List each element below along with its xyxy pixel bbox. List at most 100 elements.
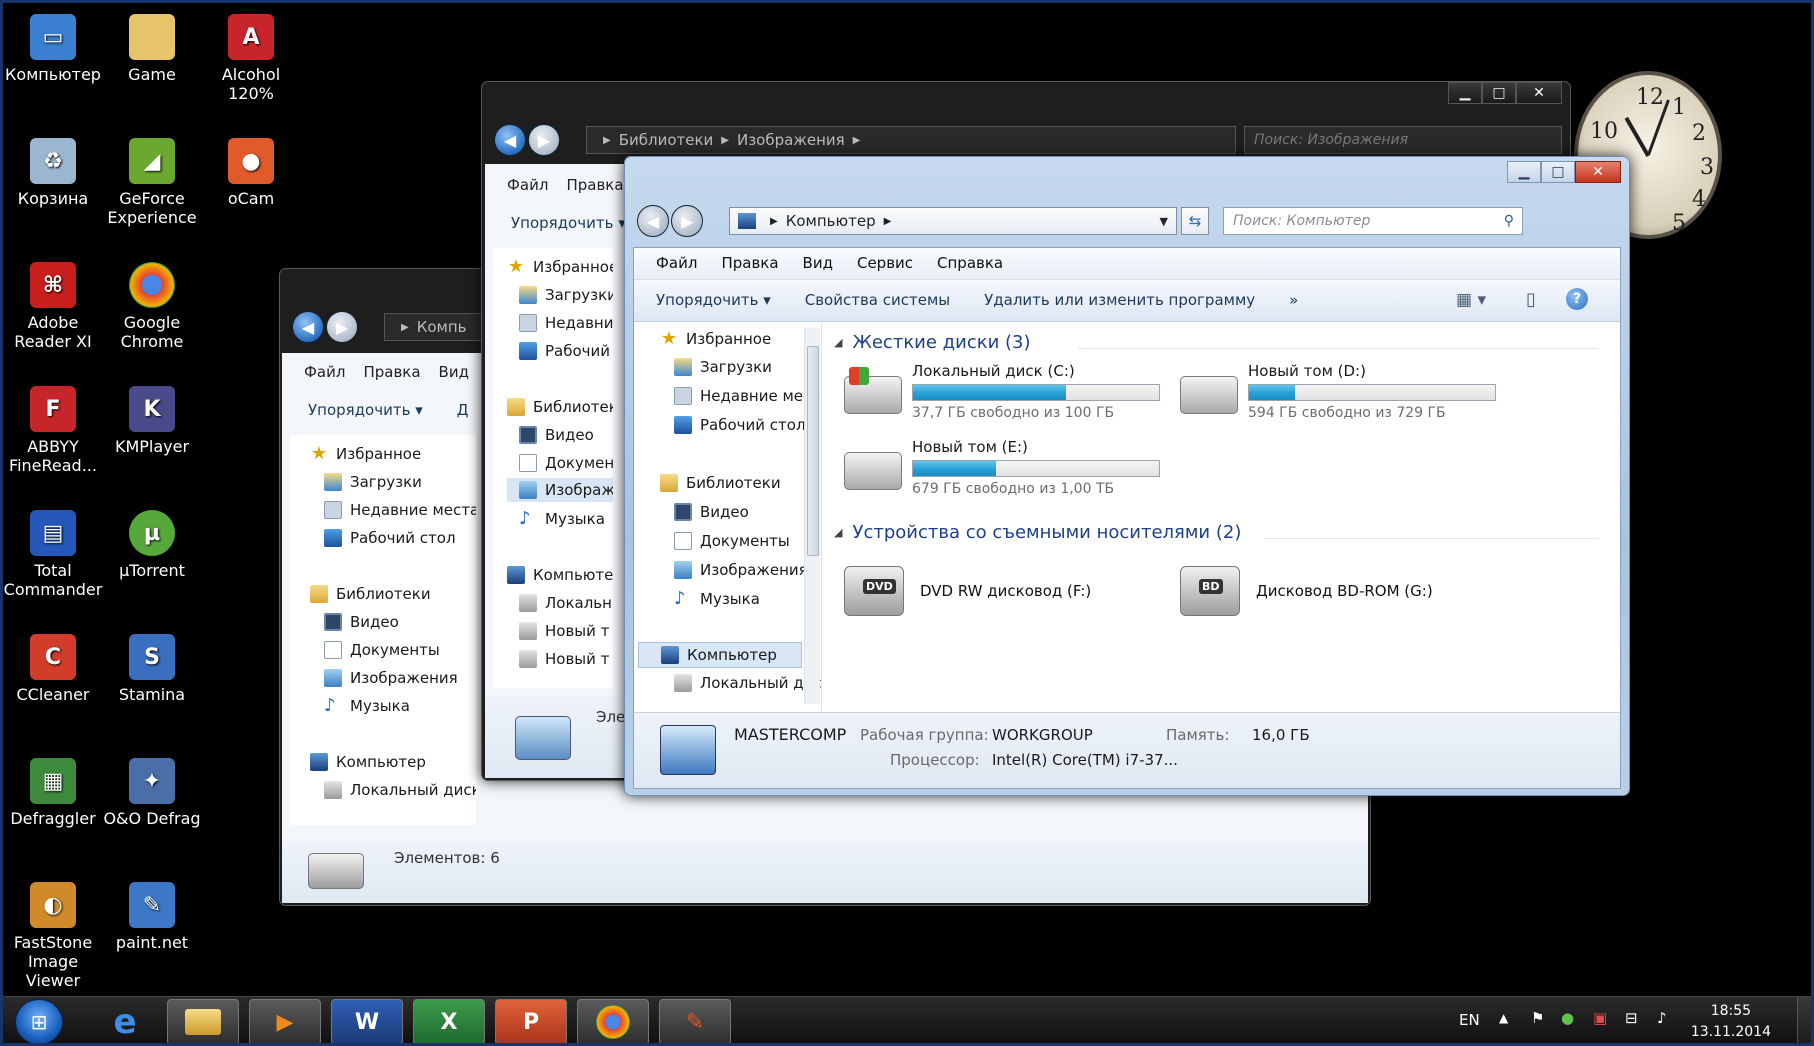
nav-video[interactable]: Видео bbox=[324, 613, 399, 631]
desktop-icon-adobe-reader[interactable]: ⌘ Adobe Reader XI bbox=[1, 262, 105, 351]
internet-explorer-icon[interactable]: e bbox=[89, 999, 161, 1045]
menu-file[interactable]: Файл bbox=[507, 176, 548, 194]
back-arrow-icon[interactable]: ◀ bbox=[637, 205, 669, 237]
desktop-icon-oo-defrag[interactable]: ✦ O&O Defrag bbox=[100, 758, 204, 828]
more-commands-button[interactable]: » bbox=[1289, 291, 1298, 309]
command-button[interactable]: Д bbox=[457, 401, 469, 419]
language-indicator[interactable]: EN bbox=[1459, 1011, 1480, 1029]
nav-music[interactable]: ♪ Музыка bbox=[519, 510, 605, 529]
nav-desktop[interactable]: Рабочий bbox=[519, 342, 610, 360]
nav-recent[interactable]: Недавние места bbox=[674, 387, 821, 405]
desktop-icon-recycle-bin[interactable]: ♻ Корзина bbox=[1, 138, 105, 208]
minimize-icon[interactable]: ▁ bbox=[1507, 161, 1541, 183]
desktop-icon-geforce[interactable]: ◢ GeForce Experience bbox=[100, 138, 204, 227]
show-hidden-icons-icon[interactable]: ▲ bbox=[1499, 1011, 1508, 1025]
desktop-icon-paintnet[interactable]: ✎ paint.net bbox=[100, 882, 204, 952]
excel-taskbar-button[interactable]: X bbox=[413, 999, 485, 1045]
middle-address-bar[interactable]: ▶ Библиотеки ▶ Изображения ▶ bbox=[586, 126, 1236, 154]
drive-d[interactable]: Новый том (D:) 594 ГБ свободно из 729 ГБ bbox=[1180, 362, 1496, 421]
desktop-icon-total-commander[interactable]: ▤ Total Commander bbox=[1, 510, 105, 599]
nav-music[interactable]: ♪ Музыка bbox=[674, 590, 760, 609]
chrome-taskbar-button[interactable] bbox=[577, 999, 649, 1045]
word-taskbar-button[interactable]: W bbox=[331, 999, 403, 1045]
forward-arrow-icon[interactable]: ▶ bbox=[528, 124, 560, 156]
maximize-icon[interactable]: □ bbox=[1541, 161, 1575, 183]
menu-tools[interactable]: Сервис bbox=[857, 254, 913, 272]
nav-downloads[interactable]: Загрузки bbox=[674, 358, 772, 376]
desktop-icon-defraggler[interactable]: ▦ Defraggler bbox=[1, 758, 105, 828]
menu-file[interactable]: Файл bbox=[656, 254, 697, 272]
media-player-taskbar-button[interactable]: ▶ bbox=[249, 999, 321, 1045]
nav-computer[interactable]: Компьютер bbox=[507, 566, 613, 584]
scrollbar-thumb[interactable] bbox=[807, 346, 819, 556]
forward-arrow-icon[interactable]: ▶ bbox=[326, 311, 358, 343]
nav-local-disk[interactable]: Локальный диск bbox=[674, 674, 821, 692]
menu-edit[interactable]: Правка bbox=[363, 363, 420, 381]
desktop-icon-alcohol[interactable]: A Alcohol 120% bbox=[199, 14, 303, 103]
menu-edit[interactable]: Правка bbox=[566, 176, 623, 194]
powerpoint-taskbar-button[interactable]: P bbox=[495, 999, 567, 1045]
nav-libraries[interactable]: Библиотек bbox=[507, 398, 613, 416]
close-icon[interactable]: ✕ bbox=[1516, 82, 1562, 104]
nav-favorites[interactable]: ★ Избранное bbox=[507, 258, 613, 277]
start-button[interactable]: ⊞ bbox=[15, 999, 63, 1045]
paint-taskbar-button[interactable]: ✎ bbox=[659, 999, 731, 1045]
desktop-icon-computer[interactable]: ▭ Компьютер bbox=[1, 14, 105, 84]
nav-pictures[interactable]: Изображения bbox=[324, 669, 458, 687]
desktop-icon-ccleaner[interactable]: C CCleaner bbox=[1, 634, 105, 704]
nav-documents[interactable]: Документы bbox=[674, 532, 790, 550]
front-address-bar[interactable]: ▶ Компьютер ▶ ▼ bbox=[729, 207, 1177, 235]
nav-video[interactable]: Видео bbox=[674, 503, 749, 521]
desktop-icon-game[interactable]: Game bbox=[100, 14, 204, 84]
front-search-input[interactable]: Поиск: Компьютер ⚲ bbox=[1223, 207, 1523, 235]
menu-help[interactable]: Справка bbox=[937, 254, 1003, 272]
uninstall-program-button[interactable]: Удалить или изменить программу bbox=[984, 291, 1255, 309]
menu-view[interactable]: Вид bbox=[803, 254, 833, 272]
nav-documents[interactable]: Документы bbox=[324, 641, 440, 659]
nav-volume-e[interactable]: Новый т bbox=[519, 650, 609, 668]
removable-devices-header[interactable]: ◢ Устройства со съемными носителями (2) bbox=[834, 522, 1241, 543]
minimize-icon[interactable]: ▁ bbox=[1448, 82, 1482, 104]
drive-c[interactable]: Локальный диск (C:) 37,7 ГБ свободно из … bbox=[844, 362, 1160, 421]
desktop-icon-utorrent[interactable]: µ µTorrent bbox=[100, 510, 204, 580]
back-arrow-icon[interactable]: ◀ bbox=[494, 124, 526, 156]
nav-documents[interactable]: Докумен bbox=[519, 454, 613, 472]
close-icon[interactable]: ✕ bbox=[1575, 161, 1621, 183]
address-segment-pictures[interactable]: Изображения bbox=[737, 131, 845, 149]
preview-pane-icon[interactable]: ▯ bbox=[1526, 289, 1536, 310]
nav-local-disk[interactable]: Локальн bbox=[519, 594, 612, 612]
nav-computer-selected[interactable]: Компьютер bbox=[638, 642, 802, 668]
address-segment-computer[interactable]: Компьютер bbox=[786, 212, 876, 230]
maximize-icon[interactable]: □ bbox=[1482, 82, 1516, 104]
refresh-icon[interactable]: ⇆ bbox=[1181, 207, 1209, 235]
nav-pictures[interactable]: Изображения bbox=[674, 561, 808, 579]
menu-file[interactable]: Файл bbox=[304, 363, 345, 381]
organize-button[interactable]: Упорядочить ▾ bbox=[656, 291, 771, 309]
menu-edit[interactable]: Правка bbox=[721, 254, 778, 272]
nav-local-disk[interactable]: Локальный диск bbox=[324, 781, 476, 799]
view-options-icon[interactable]: ▦ ▾ bbox=[1456, 290, 1486, 310]
network-icon[interactable]: ⊟ bbox=[1625, 1009, 1638, 1027]
chevron-down-icon[interactable]: ▼ bbox=[1160, 215, 1168, 228]
nav-scrollbar[interactable] bbox=[804, 328, 820, 704]
nav-desktop[interactable]: Рабочий стол bbox=[324, 529, 456, 547]
tray-app-icon[interactable]: ● bbox=[1561, 1009, 1574, 1027]
nav-recent[interactable]: Недавни bbox=[519, 314, 613, 332]
taskbar-clock[interactable]: 18:55 13.11.2014 bbox=[1691, 1001, 1771, 1043]
help-icon[interactable]: ? bbox=[1566, 288, 1588, 310]
bd-rom-drive[interactable]: BD Дисковод BD-ROM (G:) bbox=[1180, 566, 1433, 616]
nav-computer[interactable]: Компьютер bbox=[310, 753, 426, 771]
action-center-flag-icon[interactable]: ⚑ bbox=[1531, 1009, 1544, 1027]
nav-pictures-selected[interactable]: Изображ bbox=[507, 478, 613, 502]
desktop-icon-kmplayer[interactable]: K KMPlayer bbox=[100, 386, 204, 456]
show-desktop-button[interactable] bbox=[1797, 997, 1811, 1046]
forward-arrow-icon[interactable]: ▶ bbox=[671, 205, 703, 237]
system-properties-button[interactable]: Свойства системы bbox=[805, 291, 950, 309]
search-icon[interactable]: ⚲ bbox=[1504, 213, 1514, 229]
desktop-icon-faststone[interactable]: ◐ FastStone Image Viewer bbox=[1, 882, 105, 990]
menu-view[interactable]: Вид bbox=[439, 363, 469, 381]
middle-search-input[interactable]: Поиск: Изображения bbox=[1244, 126, 1562, 154]
nav-libraries[interactable]: Библиотеки bbox=[660, 474, 781, 492]
back-arrow-icon[interactable]: ◀ bbox=[292, 311, 324, 343]
organize-button[interactable]: Упорядочить ▾ bbox=[308, 401, 423, 419]
